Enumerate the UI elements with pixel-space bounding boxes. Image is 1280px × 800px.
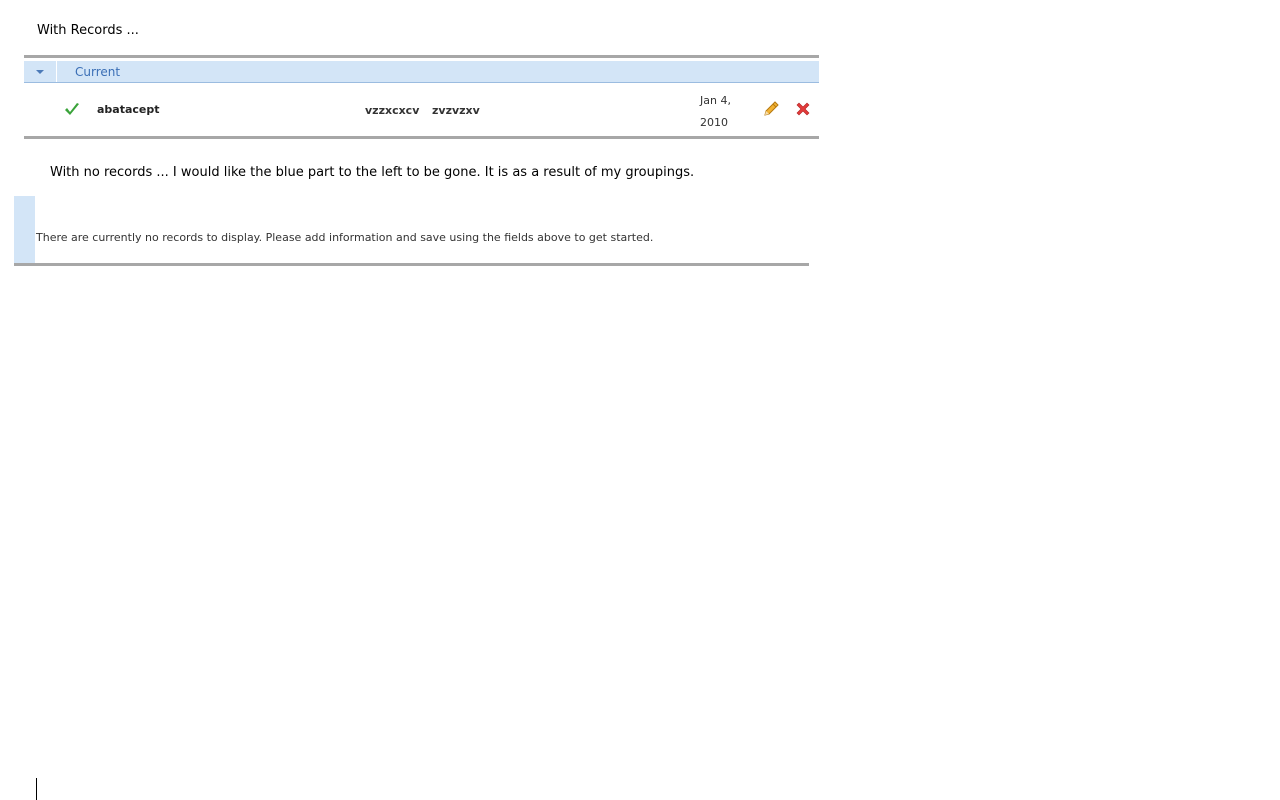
close-x-icon[interactable] bbox=[795, 101, 811, 117]
with-records-caption: With Records ... bbox=[37, 23, 139, 38]
group-header-current: Current bbox=[24, 61, 819, 83]
record-name: abatacept bbox=[97, 103, 160, 116]
group-collapse-toggle[interactable] bbox=[24, 61, 56, 83]
collapse-triangle-icon bbox=[36, 70, 44, 74]
no-records-caption: With no records ... I would like the blu… bbox=[50, 165, 695, 180]
check-icon bbox=[65, 103, 79, 115]
records-grid: Current abatacept vzzxcxcv zvzvzxv Jan 4… bbox=[24, 55, 819, 139]
group-indent-strip bbox=[14, 196, 35, 263]
group-label: Current bbox=[75, 65, 121, 79]
empty-records-grid: There are currently no records to displa… bbox=[14, 196, 809, 266]
text-cursor bbox=[36, 778, 37, 800]
record-date-line2: 2010 bbox=[700, 116, 728, 129]
record-date-line1: Jan 4, bbox=[700, 94, 731, 107]
record-field-4: zvzvzxv bbox=[432, 104, 480, 117]
record-field-3: vzzxcxcv bbox=[365, 104, 420, 117]
table-row: abatacept vzzxcxcv zvzvzxv Jan 4, 2010 bbox=[24, 84, 819, 136]
empty-message: There are currently no records to displa… bbox=[36, 231, 654, 244]
pencil-icon[interactable] bbox=[762, 100, 780, 118]
